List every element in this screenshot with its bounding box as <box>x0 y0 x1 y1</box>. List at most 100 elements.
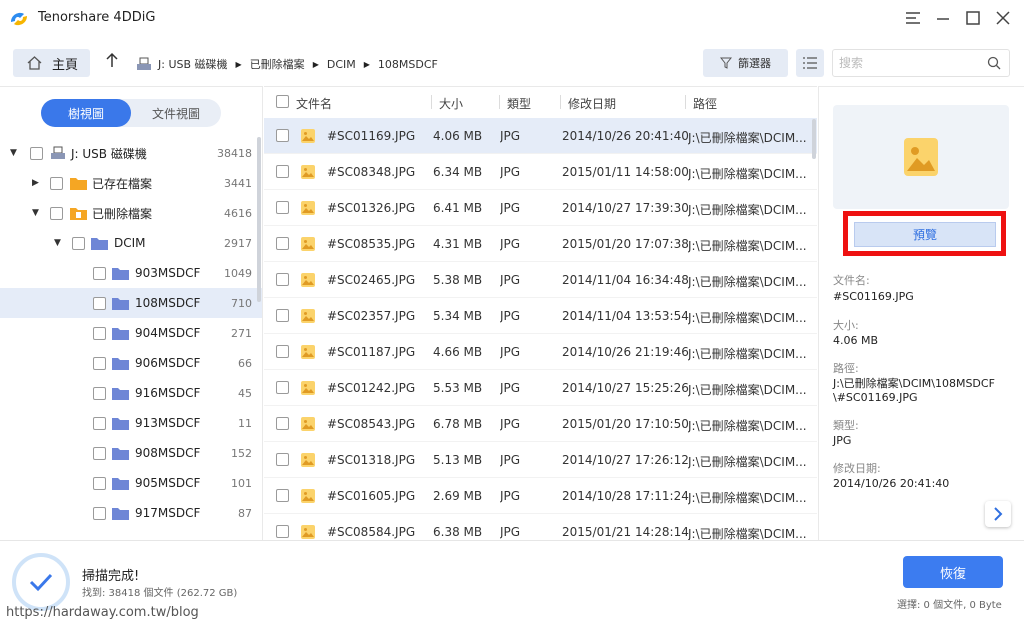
image-file-icon <box>301 489 315 503</box>
row-checkbox[interactable] <box>276 129 289 142</box>
file-type: JPG <box>500 201 521 215</box>
selection-summary: 選擇: 0 個文件, 0 Byte <box>897 600 1002 611</box>
image-file-icon <box>301 273 315 287</box>
select-all-checkbox[interactable] <box>276 95 289 108</box>
breadcrumb-separator-icon: ▶ <box>235 59 242 69</box>
tree-item-deleted-files[interactable]: ▼ 已刪除檔案 4616 <box>0 198 262 228</box>
tree-checkbox[interactable] <box>93 326 106 340</box>
tree-item-folder[interactable]: 905MSDCF 101 <box>0 468 262 498</box>
file-row[interactable]: #SC08543.JPG 6.78 MB JPG 2015/01/20 17:1… <box>264 406 817 442</box>
row-checkbox[interactable] <box>276 453 289 466</box>
file-row[interactable]: #SC08535.JPG 4.31 MB JPG 2015/01/20 17:0… <box>264 226 817 262</box>
file-row-selected[interactable]: #SC01169.JPG 4.06 MB JPG 2014/10/26 20:4… <box>264 118 817 154</box>
minimize-icon[interactable] <box>933 8 953 28</box>
image-file-icon <box>301 525 315 539</box>
breadcrumb-item[interactable]: J: USB 磁碟機 <box>158 56 228 72</box>
file-name: #SC08543.JPG <box>327 417 416 431</box>
tab-tree-view[interactable]: 樹視圖 <box>41 99 131 127</box>
column-header-size[interactable]: 大小 <box>439 95 463 112</box>
home-button[interactable]: 主頁 <box>13 49 90 77</box>
tree-checkbox[interactable] <box>93 266 106 280</box>
row-checkbox[interactable] <box>276 273 289 286</box>
tree-checkbox[interactable] <box>93 356 106 370</box>
image-file-icon <box>301 237 315 251</box>
menu-icon[interactable] <box>903 8 923 28</box>
maximize-icon[interactable] <box>963 8 983 28</box>
tree-checkbox[interactable] <box>72 236 85 250</box>
file-list-scrollbar[interactable] <box>812 119 816 159</box>
tree-item-count: 45 <box>238 386 252 400</box>
tree-checkbox[interactable] <box>30 146 43 160</box>
tree-checkbox[interactable] <box>50 206 63 220</box>
search-input[interactable] <box>833 50 973 76</box>
file-row[interactable]: #SC02465.JPG 5.38 MB JPG 2014/11/04 16:3… <box>264 262 817 298</box>
row-checkbox[interactable] <box>276 309 289 322</box>
up-arrow-icon[interactable] <box>102 52 122 74</box>
file-row[interactable]: #SC01326.JPG 6.41 MB JPG 2014/10/27 17:3… <box>264 190 817 226</box>
tab-file-view[interactable]: 文件視圖 <box>131 99 221 127</box>
next-button[interactable] <box>985 501 1011 527</box>
image-file-icon <box>301 381 315 395</box>
row-checkbox[interactable] <box>276 417 289 430</box>
list-view-button[interactable] <box>796 49 824 77</box>
tree-checkbox[interactable] <box>93 416 106 430</box>
tree-item-folder-selected[interactable]: 108MSDCF 710 <box>0 288 262 318</box>
tree-checkbox[interactable] <box>93 386 106 400</box>
filter-button[interactable]: 篩選器 <box>703 49 788 77</box>
file-date: 2014/11/04 13:53:54 <box>562 309 689 323</box>
row-checkbox[interactable] <box>276 489 289 502</box>
column-header-type[interactable]: 類型 <box>507 95 531 112</box>
image-file-icon <box>301 453 315 467</box>
tree-item-folder[interactable]: 916MSDCF 45 <box>0 378 262 408</box>
tree-checkbox[interactable] <box>93 476 106 490</box>
tree-checkbox[interactable] <box>93 506 106 520</box>
search-icon[interactable] <box>987 56 1001 70</box>
row-checkbox[interactable] <box>276 525 289 538</box>
column-header-path[interactable]: 路徑 <box>693 95 717 112</box>
row-checkbox[interactable] <box>276 381 289 394</box>
tree-item-folder[interactable]: 913MSDCF 11 <box>0 408 262 438</box>
file-row[interactable]: #SC02357.JPG 5.34 MB JPG 2014/11/04 13:5… <box>264 298 817 334</box>
breadcrumb-item[interactable]: DCIM <box>327 58 356 71</box>
file-row[interactable]: #SC01605.JPG 2.69 MB JPG 2014/10/28 17:1… <box>264 478 817 514</box>
recover-button[interactable]: 恢復 <box>903 556 1003 588</box>
tree-item-usb-drive[interactable]: ▼ J: USB 磁碟機 38418 <box>0 138 262 168</box>
tree-checkbox[interactable] <box>93 296 106 310</box>
file-row[interactable]: #SC01318.JPG 5.13 MB JPG 2014/10/27 17:2… <box>264 442 817 478</box>
file-date: 2014/10/27 15:25:26 <box>562 381 689 395</box>
row-checkbox[interactable] <box>276 345 289 358</box>
close-icon[interactable] <box>993 8 1013 28</box>
file-row[interactable]: #SC01187.JPG 4.66 MB JPG 2014/10/26 21:1… <box>264 334 817 370</box>
breadcrumb-item[interactable]: 已刪除檔案 <box>250 56 305 72</box>
column-divider <box>560 95 561 109</box>
preview-button[interactable]: 預覽 <box>854 222 996 247</box>
breadcrumb-item[interactable]: 108MSDCF <box>378 58 438 71</box>
tree-checkbox[interactable] <box>93 446 106 460</box>
expand-arrow-icon[interactable]: ▼ <box>54 238 61 248</box>
title-bar: Tenorshare 4DDiG <box>0 0 1024 36</box>
tree-item-folder[interactable]: 903MSDCF 1049 <box>0 258 262 288</box>
tree-item-folder[interactable]: 906MSDCF 66 <box>0 348 262 378</box>
row-checkbox[interactable] <box>276 165 289 178</box>
expand-arrow-icon[interactable]: ▼ <box>10 148 17 158</box>
tree-item-count: 152 <box>231 446 252 460</box>
file-row[interactable]: #SC01242.JPG 5.53 MB JPG 2014/10/27 15:2… <box>264 370 817 406</box>
tree-scrollbar[interactable] <box>257 137 261 302</box>
tree-item-folder[interactable]: 917MSDCF 87 <box>0 498 262 528</box>
scan-found-summary: 找到: 38418 個文件 (262.72 GB) <box>82 588 238 599</box>
tree-item-folder[interactable]: 908MSDCF 152 <box>0 438 262 468</box>
tree-item-existing-files[interactable]: ▶ 已存在檔案 3441 <box>0 168 262 198</box>
column-header-date[interactable]: 修改日期 <box>568 95 616 112</box>
file-size: 5.53 MB <box>433 381 483 395</box>
file-row[interactable]: #SC08584.JPG 6.38 MB JPG 2015/01/21 14:2… <box>264 514 817 540</box>
tree-item-folder[interactable]: 904MSDCF 271 <box>0 318 262 348</box>
tree-item-dcim[interactable]: ▼ DCIM 2917 <box>0 228 262 258</box>
row-checkbox[interactable] <box>276 237 289 250</box>
expand-arrow-icon[interactable]: ▶ <box>32 178 39 188</box>
row-checkbox[interactable] <box>276 201 289 214</box>
file-row[interactable]: #SC08348.JPG 6.34 MB JPG 2015/01/11 14:5… <box>264 154 817 190</box>
tree-checkbox[interactable] <box>50 176 63 190</box>
image-file-icon <box>301 309 315 323</box>
expand-arrow-icon[interactable]: ▼ <box>32 208 39 218</box>
column-header-name[interactable]: 文件名 <box>296 95 332 112</box>
